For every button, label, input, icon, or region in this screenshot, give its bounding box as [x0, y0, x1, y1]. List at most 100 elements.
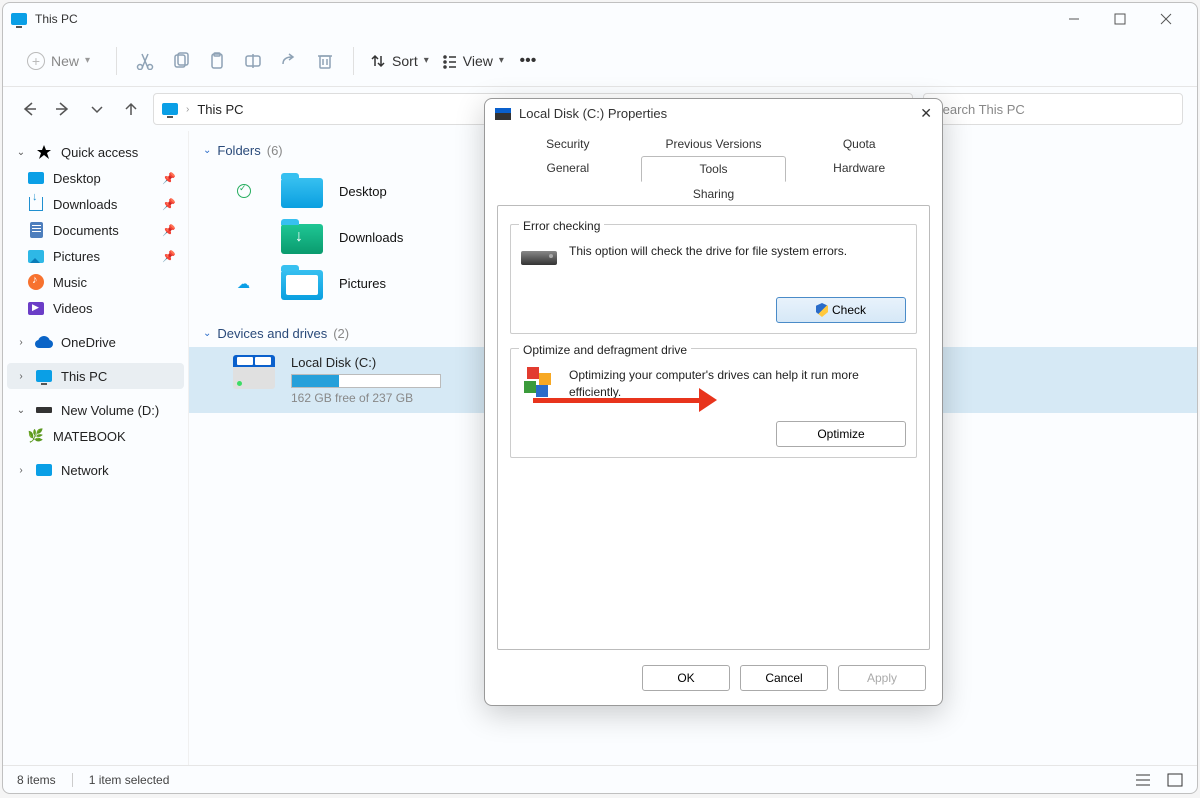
- document-icon: [30, 222, 43, 238]
- paste-icon[interactable]: [205, 49, 229, 73]
- tab-hardware[interactable]: Hardware: [786, 156, 932, 182]
- share-icon[interactable]: [277, 49, 301, 73]
- sidebar-pictures[interactable]: Pictures📌: [7, 243, 184, 269]
- desktop-icon: [28, 172, 44, 184]
- sidebar-onedrive[interactable]: ›OneDrive: [7, 329, 184, 355]
- titlebar: This PC: [3, 3, 1197, 35]
- this-pc-icon: [162, 103, 178, 115]
- new-button[interactable]: + New ▾: [17, 46, 100, 76]
- annotation-arrow: [533, 393, 729, 407]
- item-count: 8 items: [17, 773, 56, 787]
- close-button[interactable]: [1143, 3, 1189, 35]
- tab-quota[interactable]: Quota: [786, 132, 932, 156]
- this-pc-icon: [36, 370, 52, 382]
- up-button[interactable]: [119, 101, 143, 117]
- drive-icon: [521, 243, 557, 279]
- explorer-window: This PC + New ▾ Sort ▾ View ▾ ••: [2, 2, 1198, 794]
- folder-icon: 🌿: [27, 427, 45, 445]
- shield-icon: [816, 303, 828, 317]
- sidebar: ⌄Quick access Desktop📌 Downloads📌 Docume…: [3, 131, 189, 765]
- chevron-right-icon: ›: [15, 337, 27, 348]
- dialog-titlebar: Local Disk (C:) Properties ✕: [485, 99, 942, 128]
- delete-icon[interactable]: [313, 49, 337, 73]
- pin-icon: 📌: [162, 198, 176, 211]
- chevron-right-icon: ›: [186, 104, 189, 115]
- sidebar-this-pc[interactable]: ›This PC: [7, 363, 184, 389]
- dialog-close-button[interactable]: ✕: [920, 105, 932, 122]
- disk-icon: [495, 108, 511, 120]
- separator: [353, 47, 354, 75]
- apply-button[interactable]: Apply: [838, 665, 926, 691]
- details-view-icon[interactable]: [1135, 773, 1151, 787]
- more-button[interactable]: •••: [516, 49, 540, 73]
- folder-icon: [281, 266, 323, 300]
- cloud-icon: ☁: [237, 276, 251, 290]
- rename-icon[interactable]: [241, 49, 265, 73]
- sidebar-music[interactable]: Music: [7, 269, 184, 295]
- chevron-down-icon: ⌄: [15, 147, 27, 158]
- tab-security[interactable]: Security: [495, 132, 641, 156]
- minimize-button[interactable]: [1051, 3, 1097, 35]
- tab-sharing[interactable]: Sharing: [495, 182, 932, 206]
- toolbar: + New ▾ Sort ▾ View ▾ •••: [3, 35, 1197, 87]
- cancel-button[interactable]: Cancel: [740, 665, 828, 691]
- chevron-down-icon: ▾: [499, 55, 504, 66]
- thumbnails-view-icon[interactable]: [1167, 773, 1183, 787]
- tools-panel: Error checking This option will check th…: [497, 205, 930, 650]
- pictures-icon: [28, 250, 44, 263]
- disk-icon: [233, 355, 275, 389]
- chevron-down-icon: ▾: [85, 55, 90, 66]
- dialog-tabs: Security Previous Versions Quota General…: [485, 128, 942, 206]
- tab-general[interactable]: General: [495, 156, 641, 182]
- status-bar: 8 items 1 item selected: [3, 765, 1197, 793]
- sidebar-downloads[interactable]: Downloads📌: [7, 191, 184, 217]
- pin-icon: 📌: [162, 250, 176, 263]
- chevron-right-icon: ›: [15, 465, 27, 476]
- back-button[interactable]: [17, 101, 41, 117]
- sidebar-new-volume[interactable]: ⌄New Volume (D:): [7, 397, 184, 423]
- maximize-button[interactable]: [1097, 3, 1143, 35]
- check-button[interactable]: Check: [776, 297, 906, 323]
- window-title: This PC: [35, 12, 1051, 26]
- plus-icon: +: [27, 52, 45, 70]
- sync-ok-icon: [237, 184, 251, 198]
- sidebar-videos[interactable]: Videos: [7, 295, 184, 321]
- optimize-button[interactable]: Optimize: [776, 421, 906, 447]
- view-button[interactable]: View ▾: [441, 53, 504, 69]
- folder-icon: [281, 174, 323, 208]
- chevron-down-icon: ▾: [424, 55, 429, 66]
- capacity-bar: [291, 374, 441, 388]
- sidebar-matebook[interactable]: 🌿MATEBOOK: [7, 423, 184, 449]
- sidebar-documents[interactable]: Documents📌: [7, 217, 184, 243]
- search-input[interactable]: Search This PC: [923, 93, 1183, 125]
- pin-icon: 📌: [162, 172, 176, 185]
- breadcrumb-this-pc[interactable]: This PC: [197, 102, 243, 117]
- video-icon: [28, 302, 44, 315]
- dialog-buttons: OK Cancel Apply: [485, 651, 942, 705]
- separator: [116, 47, 117, 75]
- download-icon: [29, 197, 43, 211]
- error-checking-group: Error checking This option will check th…: [510, 224, 917, 334]
- sort-button[interactable]: Sort ▾: [370, 53, 429, 69]
- sidebar-quick-access[interactable]: ⌄Quick access: [7, 139, 184, 165]
- tab-tools[interactable]: Tools: [641, 156, 787, 182]
- sidebar-network[interactable]: ›Network: [7, 457, 184, 483]
- drive-icon: [36, 407, 52, 413]
- copy-icon[interactable]: [169, 49, 193, 73]
- onedrive-icon: [35, 336, 53, 348]
- selection-count: 1 item selected: [89, 773, 170, 787]
- chevron-right-icon: ›: [15, 371, 27, 382]
- ok-button[interactable]: OK: [642, 665, 730, 691]
- music-icon: [28, 274, 44, 290]
- star-icon: [36, 144, 52, 160]
- chevron-down-icon: ⌄: [203, 145, 211, 156]
- pin-icon: 📌: [162, 224, 176, 237]
- forward-button[interactable]: [51, 101, 75, 117]
- this-pc-icon: [11, 13, 27, 25]
- cut-icon[interactable]: [133, 49, 157, 73]
- recent-dropdown[interactable]: [85, 101, 109, 117]
- chevron-down-icon: ⌄: [203, 328, 211, 339]
- folder-icon: [281, 220, 323, 254]
- sidebar-desktop[interactable]: Desktop📌: [7, 165, 184, 191]
- tab-previous-versions[interactable]: Previous Versions: [641, 132, 787, 156]
